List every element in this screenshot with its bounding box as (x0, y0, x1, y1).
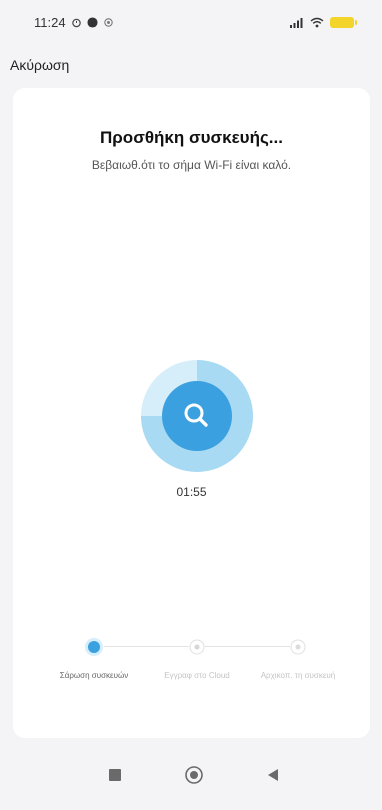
alarm-icon (71, 18, 81, 27)
step-connector (205, 646, 290, 647)
progress-steps: Σάρωση συσκευών Εγγραφ στο Cloud Αρχικοπ… (13, 628, 370, 718)
system-nav-bar (0, 746, 382, 810)
battery-icon (330, 16, 357, 28)
page-subtitle: Βεβαιωθ.ότι το σήμα Wi-Fi είναι καλό. (91, 158, 292, 172)
status-bar: 11:24 (0, 0, 382, 44)
square-icon[interactable] (108, 768, 122, 782)
status-time: 11:24 (34, 14, 66, 30)
countdown-timer: 01:55 (176, 485, 207, 499)
add-device-card: Προσθήκη συσκευής... Βεβαιωθ.ότι το σήμα… (13, 88, 370, 738)
notification-dot-icon (103, 17, 113, 27)
wifi-icon (310, 17, 324, 27)
signal-icon (290, 17, 303, 28)
status-right (290, 16, 357, 28)
scan-progress-ring (141, 360, 253, 472)
scan-indicator (141, 360, 253, 472)
back-triangle-icon[interactable] (266, 768, 280, 782)
home-circle-icon[interactable] (184, 765, 204, 785)
step-2-pending-icon (189, 639, 205, 655)
step-connector (104, 646, 189, 647)
step-3-label: Αρχικοπ. τη συσκευή (260, 671, 336, 680)
scan-core (162, 381, 232, 451)
step-1-active-icon (85, 638, 103, 656)
step-2-label: Εγγραφ στο Cloud (164, 671, 230, 680)
page-title: Προσθήκη συσκευής... (100, 128, 283, 147)
cancel-button[interactable]: Ακύρωση (10, 57, 69, 73)
step-1-label: Σάρωση συσκευών (59, 671, 129, 680)
step-3-pending-icon (290, 639, 306, 655)
status-left: 11:24 (34, 15, 114, 30)
messenger-icon (87, 16, 98, 28)
